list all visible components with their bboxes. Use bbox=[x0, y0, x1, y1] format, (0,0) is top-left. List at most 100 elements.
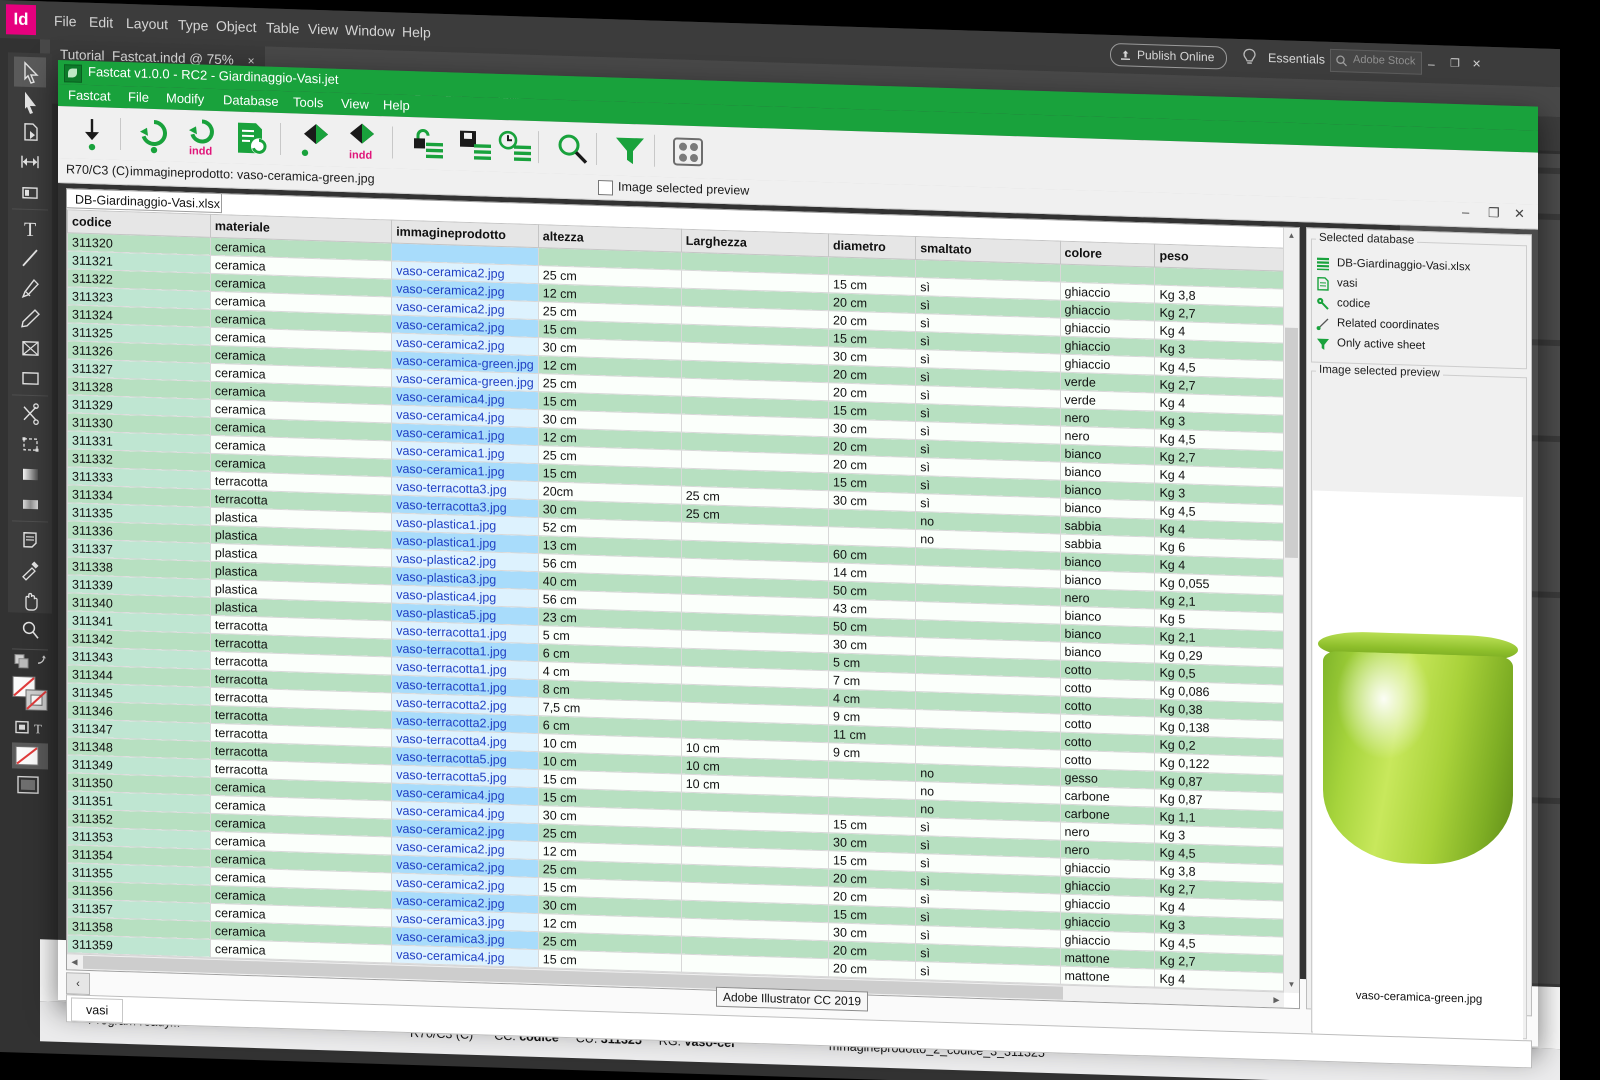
diamond-indd-icon[interactable]: indd bbox=[342, 121, 382, 162]
gradient-swatch-tool[interactable] bbox=[14, 458, 46, 489]
view-mode-toggle[interactable] bbox=[12, 772, 48, 799]
type-tool[interactable]: T bbox=[14, 212, 46, 243]
lightbulb-icon[interactable] bbox=[1242, 48, 1257, 68]
fc-menu-modify[interactable]: Modify bbox=[166, 90, 204, 106]
window-close-button[interactable]: ✕ bbox=[1472, 57, 1481, 70]
menu-view[interactable]: View bbox=[308, 21, 338, 38]
menu-edit[interactable]: Edit bbox=[89, 14, 113, 31]
vertical-scroll-thumb[interactable] bbox=[1285, 327, 1298, 559]
gap-tool[interactable] bbox=[14, 146, 46, 177]
diamond-dot-icon[interactable] bbox=[294, 119, 334, 160]
refresh-icon[interactable] bbox=[134, 114, 174, 155]
note-tool[interactable] bbox=[14, 524, 46, 555]
fc-menu-help[interactable]: Help bbox=[383, 97, 410, 113]
active-sheet-name-field[interactable]: DB-Giardinaggio-Vasi.xlsx bbox=[66, 188, 222, 214]
svg-text:indd: indd bbox=[189, 145, 212, 157]
menu-window[interactable]: Window bbox=[345, 22, 395, 40]
workspace-switcher[interactable]: Essentials ▾ bbox=[1268, 51, 1339, 67]
line-tool[interactable] bbox=[14, 242, 46, 273]
sheet-tab-vasi[interactable]: vasi bbox=[71, 997, 124, 1024]
rectangle-tool[interactable] bbox=[14, 362, 46, 393]
side-item-sheet-label: vasi bbox=[1337, 277, 1358, 290]
product-image-preview bbox=[1313, 490, 1523, 1058]
scroll-left-icon[interactable]: ◀ bbox=[68, 955, 81, 969]
pencil-tool[interactable] bbox=[14, 302, 46, 333]
history-records-icon[interactable] bbox=[494, 126, 534, 167]
fc-menu-file[interactable]: File bbox=[128, 89, 149, 105]
info-cell-ref: R70/C3 (C) bbox=[66, 162, 130, 179]
menu-layout[interactable]: Layout bbox=[126, 15, 168, 32]
column-header-colore[interactable]: colore bbox=[1060, 241, 1155, 268]
container-text-icon: T bbox=[15, 720, 42, 736]
page-icon bbox=[24, 123, 38, 141]
grid-vertical-scrollbar[interactable]: ▲ ▼ bbox=[1283, 227, 1299, 994]
publish-online-button[interactable]: Publish Online bbox=[1110, 42, 1228, 70]
menu-file[interactable]: File bbox=[54, 13, 77, 30]
search-icon[interactable] bbox=[552, 128, 592, 169]
fc-menu-fastcat[interactable]: Fastcat bbox=[68, 87, 111, 103]
pen-tool[interactable] bbox=[14, 272, 46, 303]
window-minimize-button[interactable]: – bbox=[1428, 57, 1435, 71]
filter-icon[interactable] bbox=[610, 129, 650, 170]
scroll-down-icon[interactable]: ▼ bbox=[1285, 977, 1298, 993]
document-refresh-icon[interactable] bbox=[230, 117, 270, 158]
formatting-affects-container-button[interactable] bbox=[12, 650, 48, 673]
info-field-value: immagineprodotto: vaso-ceramica-green.jp… bbox=[130, 164, 375, 186]
content-collector-tool[interactable] bbox=[14, 176, 46, 207]
pot-body bbox=[1323, 650, 1513, 867]
image-selected-preview-checkbox[interactable] bbox=[598, 180, 613, 196]
adobe-stock-search[interactable]: Adobe Stock bbox=[1330, 48, 1422, 75]
fc-menu-tools[interactable]: Tools bbox=[293, 94, 323, 110]
divider bbox=[12, 208, 48, 211]
hand-tool[interactable] bbox=[14, 584, 46, 615]
page-tool[interactable] bbox=[14, 116, 46, 147]
upload-icon bbox=[1121, 50, 1130, 60]
records-table[interactable]: codice materiale immagineprodotto altezza La… bbox=[67, 209, 1284, 993]
rectangle-icon bbox=[22, 372, 39, 385]
menu-object[interactable]: Object bbox=[216, 18, 256, 35]
text-T-icon: T bbox=[24, 219, 36, 241]
window-restore-button[interactable]: ❐ bbox=[1450, 57, 1460, 70]
scroll-right-icon[interactable]: ▶ bbox=[1270, 993, 1283, 1007]
refresh-indd-icon[interactable]: indd bbox=[182, 116, 222, 158]
divider bbox=[392, 126, 393, 159]
free-transform-tool[interactable] bbox=[14, 428, 46, 459]
data-grid[interactable]: codice materiale immagineprodotto altezza La… bbox=[66, 188, 1300, 1010]
direct-selection-tool[interactable] bbox=[14, 86, 46, 117]
indesign-tool-palette: T T bbox=[8, 52, 52, 794]
sheet-icon bbox=[1316, 276, 1330, 291]
eyedropper-tool[interactable] bbox=[14, 554, 46, 585]
save-records-icon[interactable] bbox=[454, 124, 494, 165]
frame-tool[interactable] bbox=[14, 332, 46, 363]
fc-menu-view[interactable]: View bbox=[341, 96, 369, 112]
fastcat-close-button[interactable]: ✕ bbox=[1514, 206, 1525, 222]
svg-text:T: T bbox=[34, 721, 42, 736]
fastcat-maximize-button[interactable]: ❐ bbox=[1488, 205, 1500, 221]
menu-type[interactable]: Type bbox=[178, 17, 208, 34]
menu-table[interactable]: Table bbox=[266, 19, 299, 36]
selection-tool[interactable] bbox=[14, 56, 46, 88]
grid-view-icon[interactable] bbox=[668, 131, 708, 172]
download-arrow-icon[interactable] bbox=[72, 112, 112, 153]
gradient-feather-tool[interactable] bbox=[14, 488, 46, 519]
scissors-tool[interactable] bbox=[14, 398, 46, 429]
divider bbox=[538, 131, 539, 164]
fastcat-minimize-button[interactable]: – bbox=[1462, 204, 1469, 219]
column-header-diametro[interactable]: diametro bbox=[828, 233, 916, 260]
unlock-records-icon[interactable] bbox=[406, 123, 446, 164]
zoom-tool[interactable] bbox=[14, 614, 46, 645]
apply-none-icon bbox=[15, 745, 39, 766]
selected-database-caption: Selected database bbox=[1316, 231, 1418, 247]
sheet-scroll-prev-button[interactable]: ‹ bbox=[66, 972, 90, 996]
fill-stroke-icon bbox=[12, 675, 48, 711]
menu-help[interactable]: Help bbox=[402, 24, 431, 41]
fc-menu-database[interactable]: Database bbox=[223, 92, 279, 109]
container-text-toggle[interactable]: T bbox=[12, 716, 48, 739]
workspace-label: Essentials bbox=[1268, 50, 1325, 67]
scroll-up-icon[interactable]: ▲ bbox=[1285, 228, 1298, 244]
publish-online-label: Publish Online bbox=[1137, 47, 1215, 65]
fill-stroke-swatches[interactable] bbox=[11, 674, 49, 713]
fastcat-title-label: Fastcat v1.0.0 - RC2 - Giardinaggio-Vasi… bbox=[88, 63, 339, 87]
apply-none-button[interactable] bbox=[12, 742, 48, 770]
indesign-logo: Id bbox=[6, 4, 36, 36]
